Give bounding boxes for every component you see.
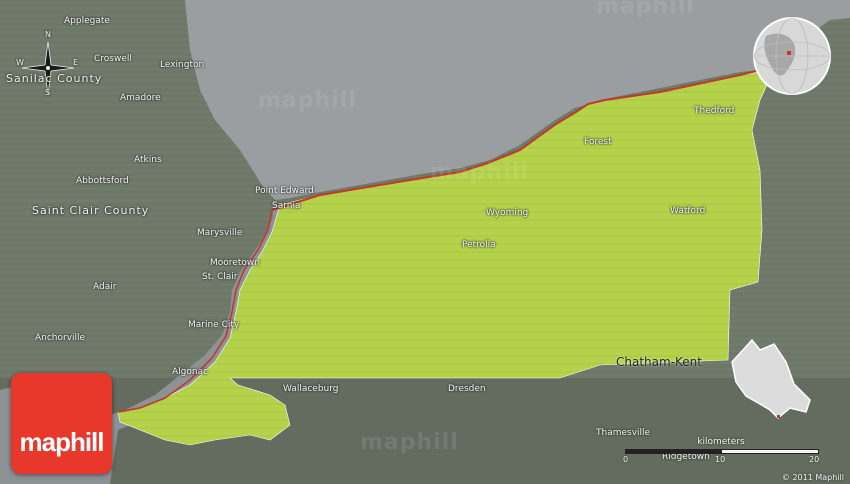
scale-bar-line [625, 449, 819, 454]
place-label: Amadore [120, 93, 161, 103]
copyright-text: © 2011 Maphill [781, 473, 844, 482]
place-label: Anchorville [35, 333, 86, 343]
scale-bar: kilometers 0 10 20 [623, 437, 819, 467]
place-label: Sarnia [272, 201, 301, 211]
watermark: maphill [596, 0, 695, 19]
county-label-saint-clair: Saint Clair County [32, 204, 150, 217]
place-label: Mooretown [210, 258, 260, 268]
place-label: Dresden [448, 384, 486, 394]
place-label: Forest [584, 137, 612, 147]
place-label: Marine City [188, 320, 240, 330]
place-label: Adair [93, 282, 117, 292]
place-label: Thedford [694, 106, 735, 116]
map-canvas[interactable]: maphill maphill maphill maphill N S E W … [0, 0, 850, 484]
watermark: maphill [258, 88, 357, 113]
place-label: Wyoming [486, 208, 529, 218]
place-label: Algonac [172, 367, 209, 377]
maphill-logo[interactable]: maphill [11, 373, 112, 474]
scale-tick: 10 [715, 455, 726, 464]
compass-north: N [45, 30, 51, 39]
place-label: Wallaceburg [283, 384, 339, 394]
place-label: Lexington [160, 60, 205, 70]
place-label: Watford [670, 206, 706, 216]
place-label: St. Clair [202, 272, 238, 282]
place-label: Atkins [134, 155, 162, 165]
place-label: Croswell [94, 54, 132, 64]
scale-tick: 20 [809, 455, 820, 464]
place-label: Abbottsford [76, 176, 129, 186]
place-label: Point Edward [255, 186, 314, 196]
place-label: Petrolia [462, 240, 496, 250]
compass-south: S [45, 88, 51, 97]
scale-tick: 0 [623, 455, 629, 464]
county-label-sanilac: Sanilac County [6, 72, 103, 85]
place-label: Applegate [64, 16, 110, 26]
globe-locator-icon [753, 17, 831, 95]
logo-text: maphill [19, 427, 104, 457]
region-label-chatham-kent: Chatham-Kent [616, 355, 702, 369]
province-inset-icon [731, 338, 811, 420]
watermark: maphill [360, 430, 459, 455]
watermark: maphill [430, 160, 529, 185]
scale-unit: kilometers [697, 437, 745, 447]
place-label: Marysville [197, 228, 243, 238]
compass-west: W [16, 58, 24, 67]
compass-east: E [73, 58, 79, 67]
